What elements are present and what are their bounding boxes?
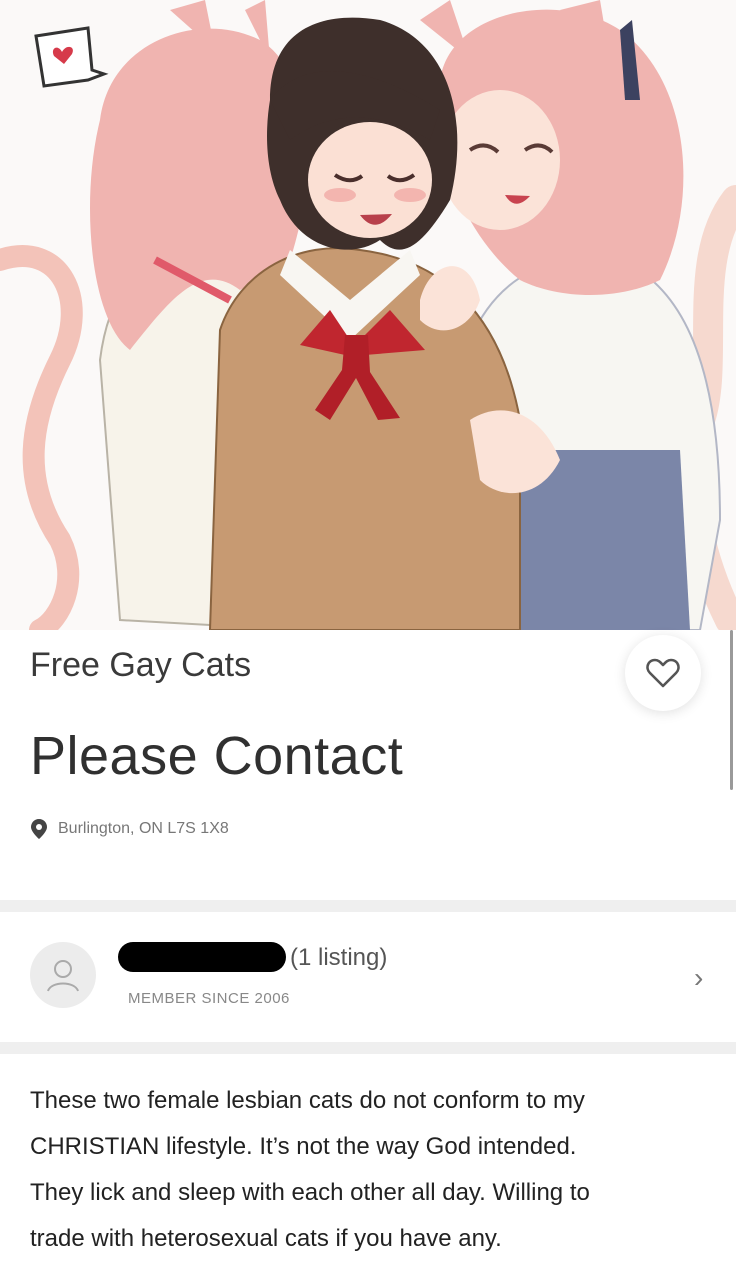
favorite-button[interactable] — [625, 635, 701, 711]
avatar — [30, 942, 96, 1008]
listing-photo[interactable] — [0, 0, 736, 630]
heart-outline-icon — [646, 658, 680, 688]
listing-description: These two female lesbian cats do not con… — [30, 1078, 720, 1262]
listing-details: Free Gay Cats Please Contact Burlington,… — [0, 630, 736, 900]
listing-title: Free Gay Cats — [30, 646, 252, 684]
redacted-seller-name — [118, 942, 286, 972]
section-divider — [0, 1042, 736, 1054]
anime-illustration — [0, 0, 736, 630]
location-text: Burlington, ON L7S 1X8 — [58, 820, 229, 837]
user-avatar-icon — [47, 960, 79, 992]
seller-listing-count: (1 listing) — [290, 944, 388, 971]
description-line: They lick and sleep with each other all … — [30, 1179, 590, 1206]
seller-card[interactable]: (1 listing) MEMBER SINCE 2006 › — [0, 912, 736, 1042]
description-line: CHRISTIAN lifestyle. It’s not the way Go… — [30, 1133, 577, 1160]
location-pin-icon — [31, 819, 47, 839]
member-since: MEMBER SINCE 2006 — [128, 990, 290, 1007]
speech-bubble-heart-icon — [34, 26, 109, 88]
listing-location[interactable]: Burlington, ON L7S 1X8 — [30, 818, 229, 840]
chevron-right-icon[interactable]: › — [694, 962, 703, 994]
section-divider — [0, 900, 736, 912]
listing-price: Please Contact — [30, 726, 404, 786]
description-line: These two female lesbian cats do not con… — [30, 1087, 585, 1114]
scrollbar[interactable] — [730, 630, 733, 790]
description-line: trade with heterosexual cats if you have… — [30, 1225, 502, 1252]
